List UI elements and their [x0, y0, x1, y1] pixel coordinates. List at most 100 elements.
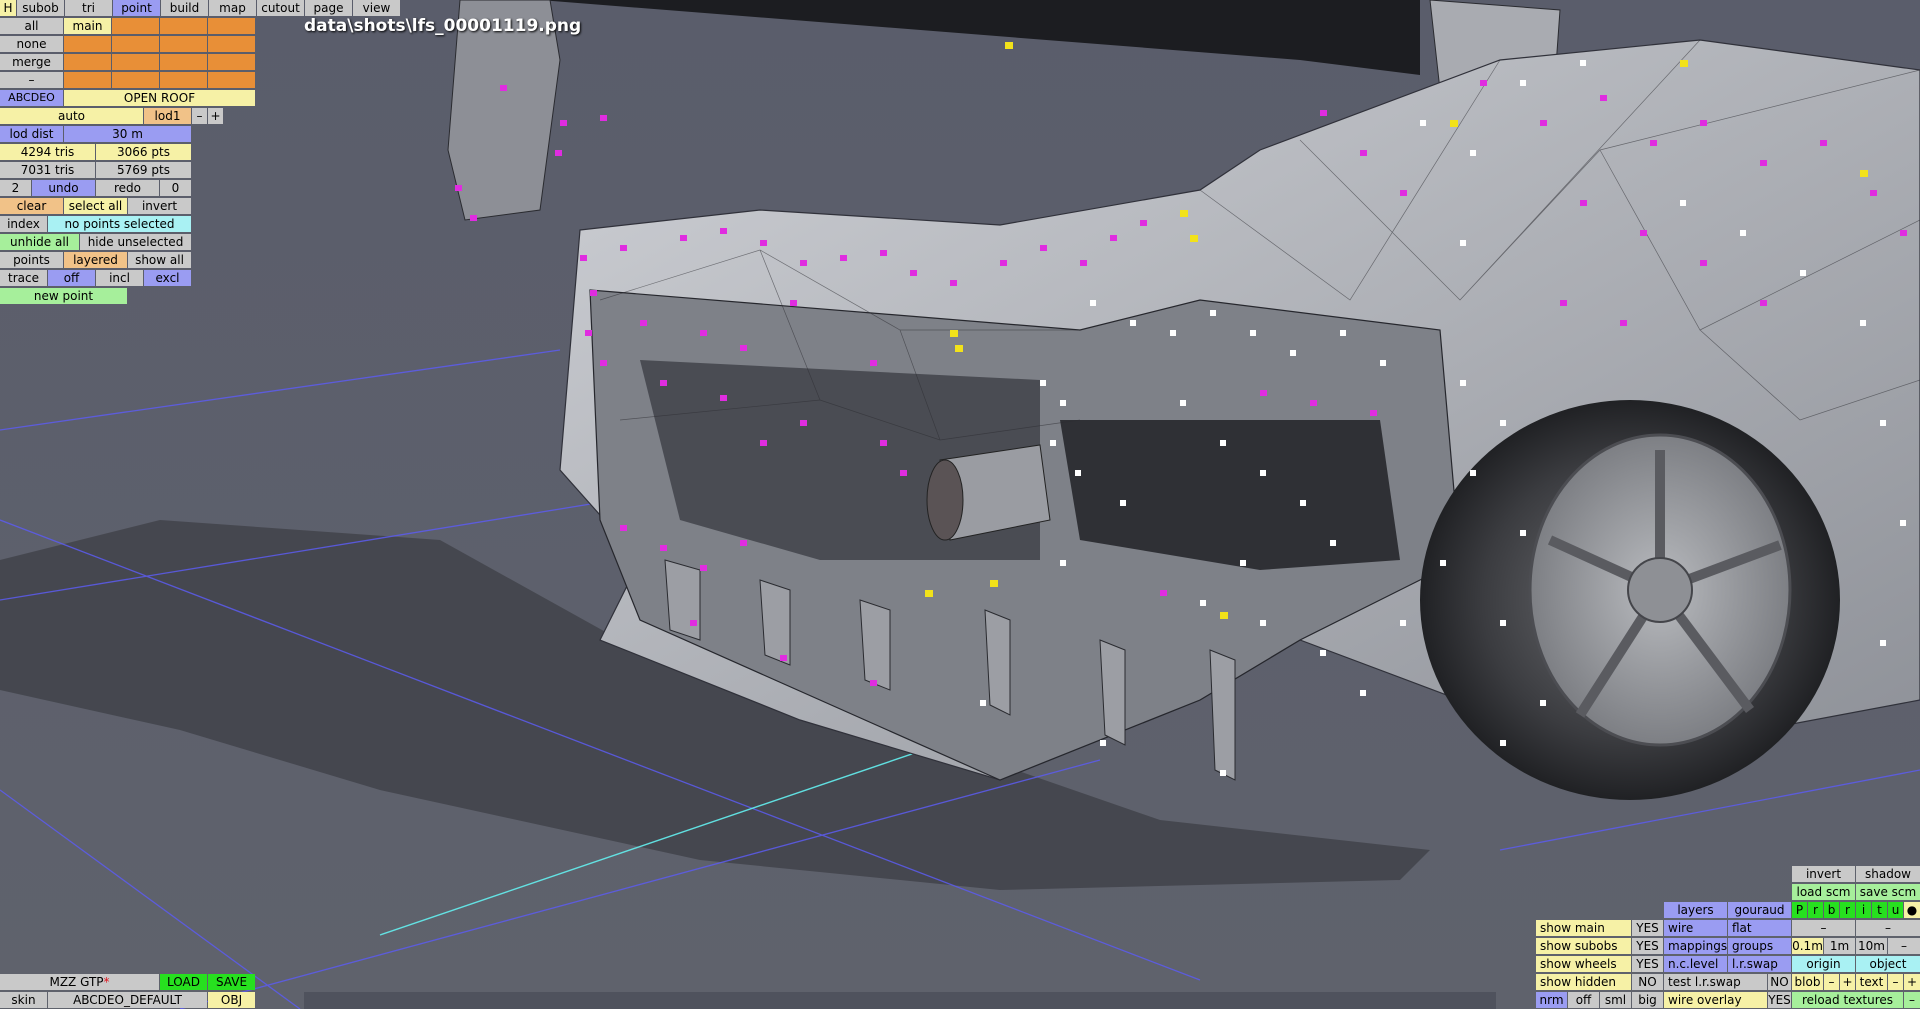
- lod-dist-value[interactable]: 30 m: [64, 126, 191, 142]
- blob-increase-button[interactable]: +: [1840, 974, 1855, 990]
- invert-view-button[interactable]: invert: [1792, 866, 1855, 882]
- grid-0-1m-button[interactable]: 0.1m: [1792, 938, 1823, 954]
- lod-increase-button[interactable]: +: [208, 108, 223, 124]
- redo-button[interactable]: redo: [96, 180, 159, 196]
- object-button[interactable]: object: [1856, 956, 1920, 972]
- horizontal-scrollbar[interactable]: [304, 992, 1496, 1009]
- incl-button[interactable]: incl: [96, 270, 143, 286]
- group-slot[interactable]: [112, 54, 159, 70]
- load-scm-button[interactable]: load scm: [1792, 884, 1855, 900]
- menu-h-button[interactable]: H: [0, 0, 16, 16]
- show-subobs-toggle[interactable]: YES: [1632, 938, 1663, 954]
- obj-button[interactable]: OBJ: [208, 992, 255, 1008]
- points-button[interactable]: points: [0, 252, 63, 268]
- undo-button[interactable]: undo: [32, 180, 95, 196]
- lr-swap-button[interactable]: l.r.swap: [1728, 956, 1791, 972]
- grid-1m-button[interactable]: 1m: [1824, 938, 1855, 954]
- group-main-button[interactable]: main: [64, 18, 111, 34]
- tab-point[interactable]: point: [113, 0, 160, 16]
- origin-button[interactable]: origin: [1792, 956, 1855, 972]
- render-toggle-p[interactable]: P: [1792, 902, 1807, 918]
- unhide-all-button[interactable]: unhide all: [0, 234, 79, 250]
- select-all-groups-button[interactable]: all: [0, 18, 63, 34]
- group-slot[interactable]: [160, 18, 207, 34]
- save-button[interactable]: SAVE: [208, 974, 255, 990]
- 3d-viewport[interactable]: [0, 0, 1920, 1009]
- group-slot[interactable]: [208, 18, 255, 34]
- show-main-toggle[interactable]: YES: [1632, 920, 1663, 936]
- tab-build[interactable]: build: [161, 0, 208, 16]
- group-slot[interactable]: [160, 72, 207, 88]
- shadow-button[interactable]: shadow: [1856, 866, 1920, 882]
- load-button[interactable]: LOAD: [160, 974, 207, 990]
- clear-button[interactable]: clear: [0, 198, 63, 214]
- open-roof-button[interactable]: OPEN ROOF: [64, 90, 255, 106]
- roof-code-button[interactable]: ABCDEO: [0, 90, 63, 106]
- select-none-button[interactable]: none: [0, 36, 63, 52]
- nc-level-button[interactable]: n.c.level: [1664, 956, 1727, 972]
- tab-page[interactable]: page: [305, 0, 352, 16]
- group-slot[interactable]: [64, 72, 111, 88]
- select-all-button[interactable]: select all: [64, 198, 127, 214]
- normal-size-button[interactable]: nrm: [1536, 992, 1567, 1008]
- blob-decrease-button[interactable]: –: [1824, 974, 1839, 990]
- tab-view[interactable]: view: [353, 0, 400, 16]
- group-slot[interactable]: [160, 36, 207, 52]
- invert-selection-button[interactable]: invert: [128, 198, 191, 214]
- trace-off-button[interactable]: off: [48, 270, 95, 286]
- new-point-button[interactable]: new point: [0, 288, 127, 304]
- wire-overlay-toggle[interactable]: YES: [1768, 992, 1791, 1008]
- gouraud-button[interactable]: gouraud: [1728, 902, 1791, 918]
- text-increase-button[interactable]: +: [1904, 974, 1920, 990]
- layers-button[interactable]: layers: [1664, 902, 1727, 918]
- text-decrease-button[interactable]: –: [1888, 974, 1903, 990]
- group-slot[interactable]: [208, 54, 255, 70]
- save-scm-button[interactable]: save scm: [1856, 884, 1920, 900]
- group-slot[interactable]: [112, 72, 159, 88]
- render-toggle-r[interactable]: r: [1808, 902, 1823, 918]
- reload-textures-button[interactable]: reload textures: [1792, 992, 1903, 1008]
- group-minus-button[interactable]: –: [0, 72, 63, 88]
- size-off-button[interactable]: off: [1568, 992, 1599, 1008]
- hide-unselected-button[interactable]: hide unselected: [80, 234, 191, 250]
- show-all-button[interactable]: show all: [128, 252, 191, 268]
- group-slot[interactable]: [208, 36, 255, 52]
- reload-minus-button[interactable]: –: [1904, 992, 1920, 1008]
- group-slot[interactable]: [64, 54, 111, 70]
- show-wheels-toggle[interactable]: YES: [1632, 956, 1663, 972]
- render-toggle-r2[interactable]: r: [1840, 902, 1855, 918]
- group-slot[interactable]: [64, 36, 111, 52]
- layered-button[interactable]: layered: [64, 252, 127, 268]
- wire-button[interactable]: wire: [1664, 920, 1727, 936]
- render-toggle-i[interactable]: i: [1856, 902, 1871, 918]
- merge-button[interactable]: merge: [0, 54, 63, 70]
- lod-decrease-button[interactable]: –: [192, 108, 207, 124]
- trace-button[interactable]: trace: [0, 270, 47, 286]
- tab-subob[interactable]: subob: [17, 0, 64, 16]
- render-toggle-t[interactable]: t: [1872, 902, 1887, 918]
- tab-cutout[interactable]: cutout: [257, 0, 304, 16]
- size-small-button[interactable]: sml: [1600, 992, 1631, 1008]
- render-toggle-dot[interactable]: ●: [1904, 902, 1920, 918]
- index-button[interactable]: index: [0, 216, 47, 232]
- grid-minus-button[interactable]: –: [1888, 938, 1920, 954]
- mappings-button[interactable]: mappings: [1664, 938, 1727, 954]
- group-slot[interactable]: [112, 18, 159, 34]
- grid-dash-b[interactable]: –: [1856, 920, 1920, 936]
- skin-selector[interactable]: ABCDEO_DEFAULT: [48, 992, 207, 1008]
- tab-map[interactable]: map: [209, 0, 256, 16]
- car-name[interactable]: MZZ GTP*: [0, 974, 159, 990]
- test-lr-swap-toggle[interactable]: NO: [1768, 974, 1791, 990]
- lod-auto-button[interactable]: auto: [0, 108, 143, 124]
- tab-tri[interactable]: tri: [65, 0, 112, 16]
- grid-10m-button[interactable]: 10m: [1856, 938, 1887, 954]
- groups-button[interactable]: groups: [1728, 938, 1791, 954]
- excl-button[interactable]: excl: [144, 270, 191, 286]
- group-slot[interactable]: [160, 54, 207, 70]
- grid-dash-a[interactable]: –: [1792, 920, 1855, 936]
- group-slot[interactable]: [208, 72, 255, 88]
- flat-button[interactable]: flat: [1728, 920, 1791, 936]
- size-big-button[interactable]: big: [1632, 992, 1663, 1008]
- render-toggle-u[interactable]: u: [1888, 902, 1903, 918]
- group-slot[interactable]: [112, 36, 159, 52]
